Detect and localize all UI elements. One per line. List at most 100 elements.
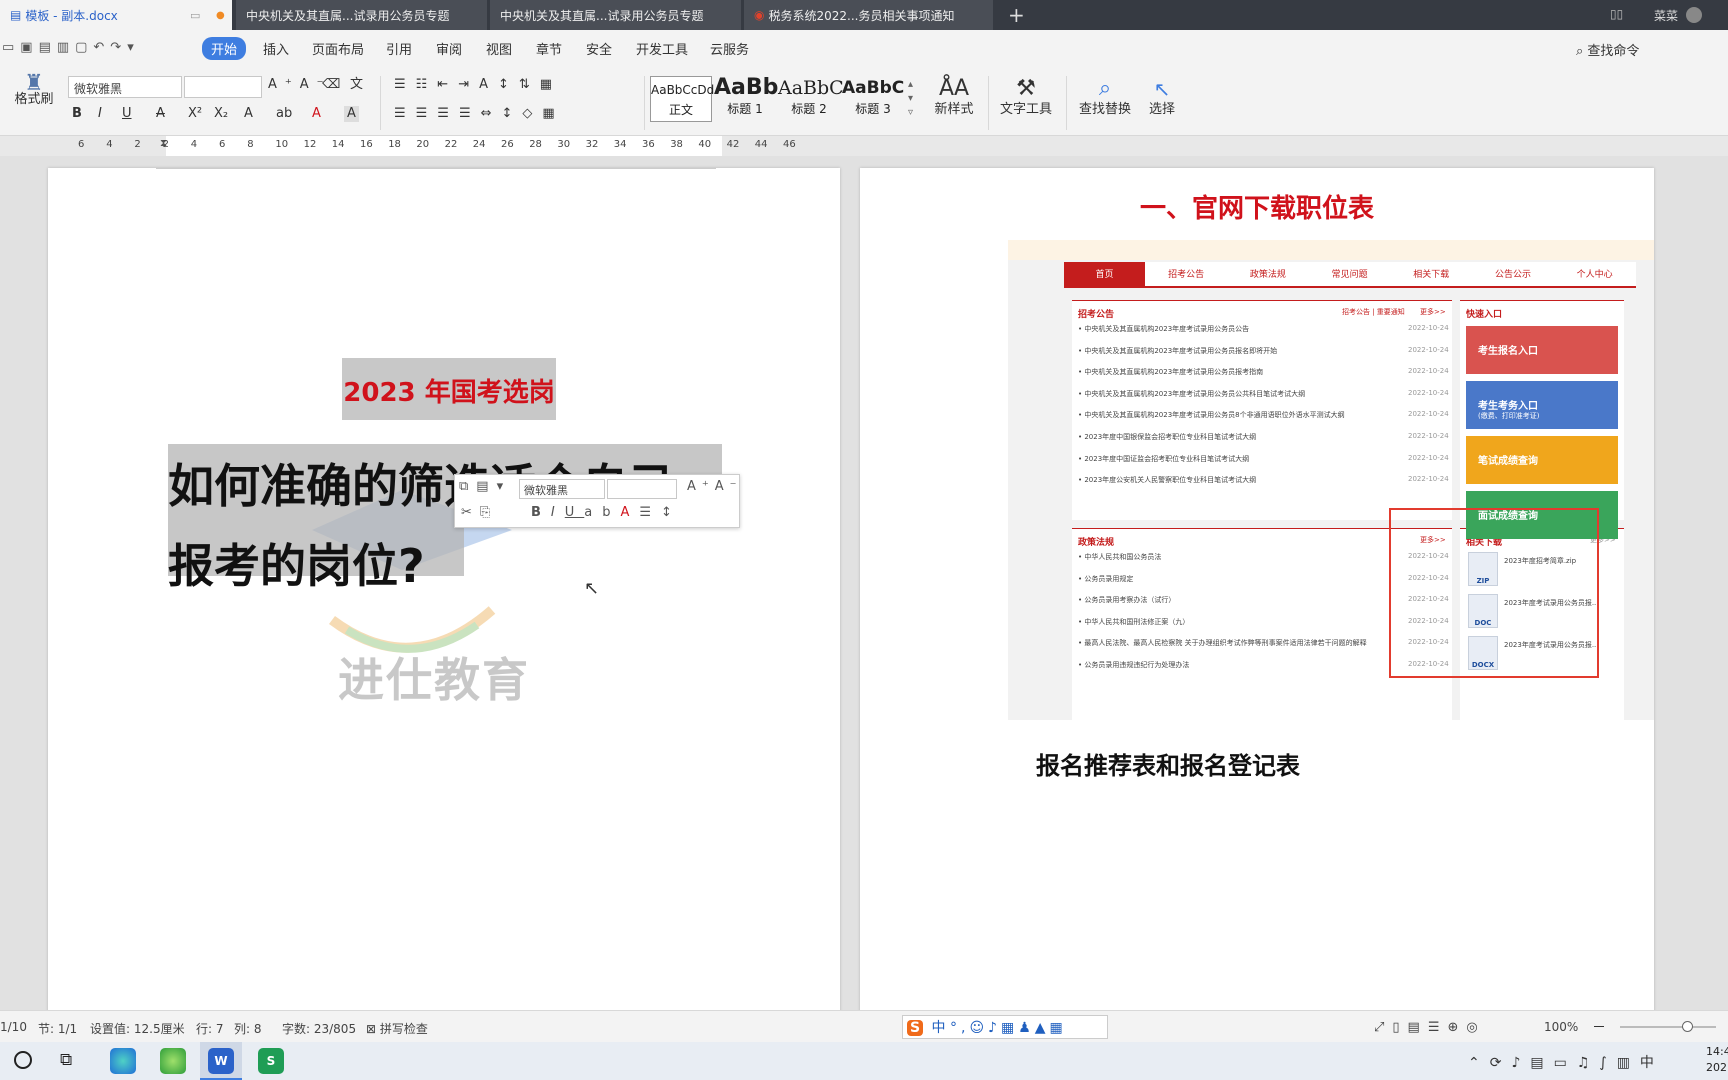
style-heading-2[interactable]: AaBbC 标题 2	[778, 76, 844, 122]
strikethrough-button[interactable]: A	[156, 106, 165, 122]
tab-document-active[interactable]: ▤ 模板 - 副本.docx ▭ ●	[0, 0, 232, 30]
ruler-tick: 40	[698, 139, 712, 150]
clear-format-icon[interactable]: ⌫	[322, 77, 340, 93]
ruler-tick: 8	[247, 139, 254, 150]
user-name[interactable]: 菜菜	[1654, 7, 1678, 24]
style-preview: AaBbC	[778, 77, 844, 99]
layout-icon[interactable]: ▯▯	[1610, 7, 1623, 21]
zoom-slider[interactable]	[1620, 1026, 1716, 1028]
word-count[interactable]: 字数: 23/805	[282, 1020, 356, 1037]
style-normal[interactable]: AaBbCcDd 正文	[650, 76, 714, 122]
tablet-icon[interactable]: ▭	[190, 9, 200, 22]
subscript-button[interactable]: X₂	[214, 106, 228, 122]
tab-browser-2[interactable]: 中央机关及其直属...试录用公务员专题	[490, 0, 742, 30]
wps-writer-icon[interactable]: W	[208, 1048, 234, 1074]
taskbar: ⧉ W S ⌃⟳♪▤▭♫∫▥中 14:4 202	[0, 1042, 1728, 1080]
highlight-button[interactable]: ab	[276, 106, 292, 122]
paragraph-list-icons[interactable]: ☰☷⇤⇥A↕⇅▦	[394, 77, 562, 93]
menu-item-review[interactable]: 审阅	[436, 39, 462, 58]
menu-item-cloud[interactable]: 云服务	[710, 39, 749, 58]
left-page[interactable]: 进仕教育 2023 年国考选岗 如何准确的筛选适合自己 报考的岗位? ⧉▤▾ 微…	[48, 168, 840, 1010]
menu-item-chapter[interactable]: 章节	[536, 39, 562, 58]
find-replace-button[interactable]: ⌕ 查找替换	[1074, 76, 1136, 118]
page-indicator[interactable]: 1/10	[0, 1020, 27, 1034]
avatar[interactable]	[1686, 7, 1702, 23]
notice-links: 招考公告 | 重要通知	[1342, 308, 1405, 316]
ruler-tick: 30	[557, 139, 571, 150]
menu-item-developer[interactable]: 开发工具	[636, 39, 688, 58]
edge-icon[interactable]	[110, 1048, 136, 1074]
font-name-select[interactable]: 微软雅黑	[68, 76, 182, 98]
mini-size-select[interactable]	[607, 479, 677, 499]
new-tab-button[interactable]: +	[1008, 3, 1025, 27]
menu-item-page-layout[interactable]: 页面布局	[312, 39, 364, 58]
document-area[interactable]: 进仕教育 2023 年国考选岗 如何准确的筛选适合自己 报考的岗位? ⧉▤▾ 微…	[0, 156, 1728, 1010]
mini-format-buttons[interactable]: BIUabA☰↕	[531, 505, 682, 520]
zoom-slider-thumb[interactable]	[1682, 1021, 1693, 1032]
phonetic-icon[interactable]: 文	[350, 77, 363, 93]
notice-item: • 中央机关及其直属机构2023年度考试录用公务员公共科目笔试考试大纲	[1078, 389, 1306, 398]
new-style-button[interactable]: ÅA 新样式	[928, 76, 980, 118]
command-search[interactable]: ⌕ 查找命令	[1576, 40, 1639, 59]
policy-item: • 公务员录用违规违纪行为处理办法	[1078, 661, 1190, 669]
menu-item-home[interactable]: 开始	[202, 37, 247, 60]
spell-check[interactable]: ⊠ 拼写检查	[366, 1020, 428, 1037]
mini-font-select[interactable]: 微软雅黑	[519, 479, 605, 499]
quick-entry-button: 笔试成绩查询	[1466, 436, 1618, 484]
caption-text[interactable]: 报名推荐表和报名登记表	[1036, 746, 1300, 781]
task-view-icon[interactable]: ⧉	[60, 1050, 72, 1070]
ruler-tick: 22	[444, 139, 458, 150]
subtitle-text[interactable]: 2023 年国考选岗	[342, 372, 556, 409]
select-button[interactable]: ↖ 选择	[1142, 76, 1182, 118]
ruler-tick: 28	[529, 139, 542, 150]
italic-button[interactable]: I	[98, 106, 102, 122]
format-painter-button[interactable]: ♜ 格式刷	[14, 73, 54, 108]
ruler-tick: 2	[134, 139, 141, 150]
font-size-select[interactable]	[184, 76, 262, 98]
quick-access-icons[interactable]: ▭▣▤▥▢↶↷▾	[2, 40, 140, 55]
menu-item-insert[interactable]: 插入	[263, 39, 289, 58]
bold-button[interactable]: B	[72, 106, 82, 122]
menu-item-security[interactable]: 安全	[586, 39, 612, 58]
setting-indicator[interactable]: 设置值: 12.5厘米	[90, 1020, 185, 1037]
cut-icons[interactable]: ✂⎘	[461, 505, 498, 520]
text-effect-button[interactable]: A	[244, 106, 253, 122]
paragraph-align-icons[interactable]: ☰☰☰☰⇔↕◇▦	[394, 106, 565, 122]
text-tools-button[interactable]: ⚒ 文字工具	[996, 76, 1056, 118]
clock[interactable]: 14:4 202	[1706, 1044, 1728, 1076]
policy-item: • 公务员录用考察办法（试行）	[1078, 596, 1176, 605]
quick-entry-button: 考生考务入口	[1466, 381, 1618, 429]
search-circle-icon[interactable]	[14, 1051, 32, 1069]
tab-browser-3[interactable]: ◉ 税务系统2022...务员相关事项通知	[744, 0, 994, 30]
col-indicator: 列: 8	[234, 1022, 262, 1036]
underline-button[interactable]: U	[122, 106, 132, 122]
zoom-level[interactable]: 100%	[1544, 1020, 1578, 1034]
new-style-label: 新样式	[934, 102, 974, 117]
tab-browser-1[interactable]: 中央机关及其直属...试录用公务员专题	[236, 0, 488, 30]
zoom-out-icon[interactable]	[1594, 1026, 1604, 1027]
font-color-button[interactable]: A	[312, 106, 321, 122]
style-heading-3[interactable]: AaBbC 标题 3	[842, 76, 904, 122]
wps-sheet-icon[interactable]: S	[258, 1048, 284, 1074]
menu-item-references[interactable]: 引用	[386, 39, 412, 58]
styles-scroll-icon[interactable]: ▴ ▾ ▿	[908, 78, 913, 120]
mini-size-buttons[interactable]: A⁺A⁻	[687, 479, 743, 494]
new-style-icon: ÅA	[938, 76, 970, 101]
browser-360-icon[interactable]	[160, 1048, 186, 1074]
menu-item-view[interactable]: 视图	[486, 39, 512, 58]
style-heading-1[interactable]: AaBb 标题 1	[714, 76, 778, 122]
view-mode-icons[interactable]: ⤢▯▤☰⊕◎	[1374, 1020, 1486, 1035]
title-line-2[interactable]: 报考的岗位?	[168, 530, 425, 596]
copy-paste-icons[interactable]: ⧉▤▾	[459, 479, 511, 494]
horizontal-ruler[interactable]: ⧗ 6 4 2 2 4 6 8 10 12 14 16 18 20 22 24 26 28 30 32 34 36 38 4…	[0, 136, 1728, 156]
char-shading-button[interactable]: A	[344, 106, 359, 122]
ruler-tick: 36	[642, 139, 655, 150]
menu-bar: ▭▣▤▥▢↶↷▾ 开始 插入 页面布局 引用 审阅 视图 章节 安全 开发工具 …	[0, 30, 1728, 68]
section-heading[interactable]: 一、官网下载职位表	[860, 188, 1654, 225]
notice-date: 2022-10-24	[1408, 410, 1449, 419]
superscript-button[interactable]: X²	[188, 106, 202, 122]
system-tray-icons[interactable]: ⌃⟳♪▤▭♫∫▥中	[1468, 1052, 1664, 1072]
section-indicator[interactable]: 节: 1/1	[38, 1020, 77, 1037]
ime-toolbar[interactable]: S 中 °,☺♪▦♟▲▦	[902, 1015, 1108, 1039]
quick-entry-button: 考生报名入口	[1466, 326, 1618, 374]
